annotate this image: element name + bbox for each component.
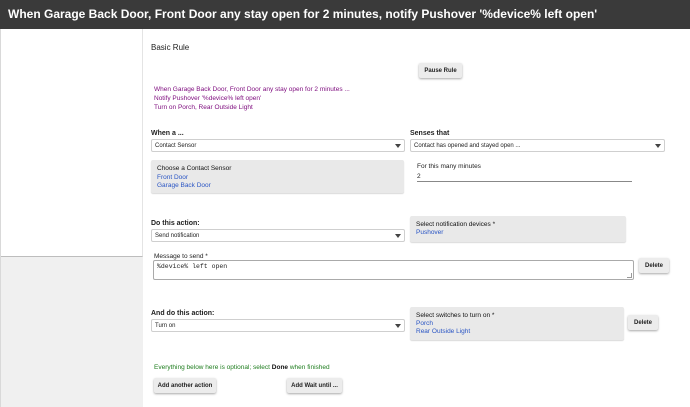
notification-devices-picker[interactable]: Select notification devices * Pushover <box>410 216 626 242</box>
senses-value: Contact has opened and stayed open ... <box>414 143 521 149</box>
chevron-down-icon <box>395 144 401 148</box>
device-garage-back-door[interactable]: Garage Back Door <box>157 182 211 189</box>
chevron-down-icon <box>395 324 401 328</box>
contact-sensor-picker[interactable]: Choose a Contact Sensor Front Door Garag… <box>151 160 404 193</box>
action1-select[interactable]: Send notification <box>151 229 405 242</box>
trigger-type-select[interactable]: Contact Sensor <box>151 139 405 152</box>
action2-label: And do this action: <box>151 310 215 317</box>
optional-hint-post: when finished <box>288 364 330 371</box>
chevron-down-icon <box>655 144 661 148</box>
message-label: Message to send * <box>154 253 208 260</box>
add-another-action-button[interactable]: Add another action <box>154 378 216 393</box>
message-textarea[interactable]: %device% left open <box>153 260 634 280</box>
device-front-door[interactable]: Front Door <box>157 174 188 181</box>
summary-line-trigger: When Garage Back Door, Front Door any st… <box>154 86 350 93</box>
trigger-type-value: Contact Sensor <box>155 143 197 149</box>
contact-sensor-label: Choose a Contact Sensor <box>157 165 232 172</box>
action1-value: Send notification <box>155 233 200 239</box>
pause-rule-button[interactable]: Pause Rule <box>419 63 462 78</box>
window-title: When Garage Back Door, Front Door any st… <box>0 0 690 29</box>
delete-action1-button[interactable]: Delete <box>639 258 669 273</box>
rule-editor: Basic Rule Pause Rule When Garage Back D… <box>143 29 690 407</box>
chevron-down-icon <box>395 234 401 238</box>
action2-value: Turn on <box>155 323 176 329</box>
action2-select[interactable]: Turn on <box>151 319 405 332</box>
senses-select[interactable]: Contact has opened and stayed open ... <box>410 139 665 152</box>
device-pushover[interactable]: Pushover <box>416 229 443 236</box>
optional-hint-done: Done <box>271 364 289 371</box>
switches-picker[interactable]: Select switches to turn on * Porch Rear … <box>410 307 624 340</box>
page-title: Basic Rule <box>151 43 190 52</box>
summary-line-notify: Notify Pushover '%device% left open' <box>154 95 262 102</box>
message-value: %device% left open <box>157 263 228 270</box>
switches-label: Select switches to turn on * <box>416 312 495 319</box>
add-wait-until-button[interactable]: Add Wait until ... <box>287 378 342 393</box>
switch-rear-outside-light[interactable]: Rear Outside Light <box>416 328 470 335</box>
left-divider <box>0 29 1 407</box>
optional-hint: Everything below here is optional; selec… <box>154 364 330 371</box>
notification-devices-label: Select notification devices * <box>416 221 496 228</box>
action1-label: Do this action: <box>151 220 200 227</box>
minutes-underline <box>417 181 632 182</box>
summary-line-turn-on: Turn on Porch, Rear Outside Light <box>154 104 253 111</box>
minutes-field[interactable]: 2 <box>417 173 421 180</box>
senses-label: Senses that <box>410 130 450 137</box>
minutes-label: For this many minutes <box>417 163 481 170</box>
rule-summary: When Garage Back Door, Front Door any st… <box>154 85 350 112</box>
when-label: When a ... <box>151 130 184 137</box>
left-panel <box>0 29 143 257</box>
switch-porch[interactable]: Porch <box>416 320 433 327</box>
delete-action2-button[interactable]: Delete <box>628 315 658 330</box>
optional-hint-pre: Everything below here is optional; selec… <box>154 364 272 371</box>
resize-grip-icon[interactable] <box>627 273 632 278</box>
